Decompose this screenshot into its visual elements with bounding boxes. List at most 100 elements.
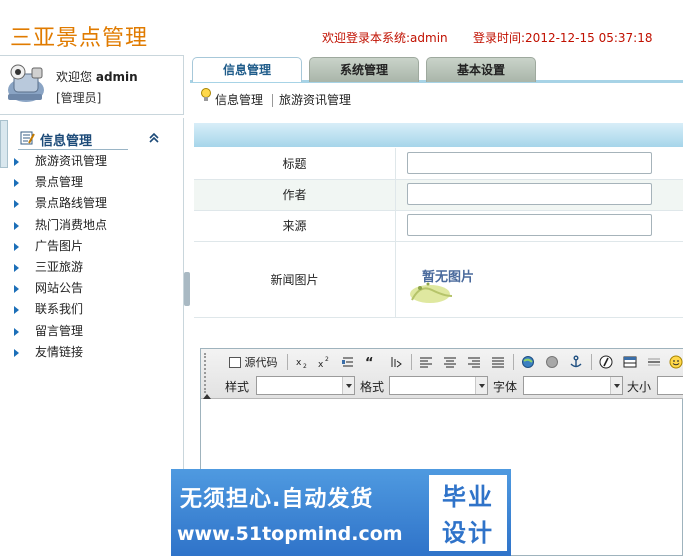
svg-text:2: 2: [303, 363, 307, 369]
toolbar-grip: [204, 353, 209, 393]
align-center-icon: [444, 357, 456, 368]
sidebar-item-sanya-travel[interactable]: 三亚旅游: [0, 257, 184, 278]
title-input[interactable]: [407, 152, 652, 174]
arrow-right-icon: [14, 200, 19, 209]
sidebar-item-label: 广告图片: [35, 238, 84, 253]
arrow-right-icon: [14, 221, 19, 230]
size-select[interactable]: [657, 376, 683, 395]
toolbar-separator: [513, 354, 514, 370]
format-label: 格式: [360, 380, 385, 394]
smiley-button[interactable]: [669, 353, 683, 371]
subscript-icon: x2: [296, 358, 307, 369]
collapse-up-icon[interactable]: [148, 132, 160, 144]
watermark-slogan: 无须担心.自动发货: [180, 487, 374, 512]
align-right-button[interactable]: [465, 353, 483, 371]
promo-watermark: 无须担心.自动发货 www.51topmind.com 毕业 设计: [171, 469, 511, 556]
insert-list-icon: [342, 357, 353, 367]
chevron-down-icon: [475, 377, 487, 394]
arrow-right-icon: [14, 306, 19, 315]
form-row-title: 标题: [194, 148, 683, 180]
anchor-button[interactable]: [567, 353, 585, 371]
sidebar-item-announcements[interactable]: 网站公告: [0, 278, 184, 299]
source-input[interactable]: [407, 214, 652, 236]
sidebar-item-messages[interactable]: 留言管理: [0, 321, 184, 342]
sidebar-item-label: 热门消费地点: [35, 217, 108, 232]
tab-system-management[interactable]: 系统管理: [309, 57, 419, 82]
watermark-badge-top: 毕业: [442, 483, 494, 511]
sidebar-item-attractions[interactable]: 景点管理: [0, 172, 184, 193]
login-time: 登录时间:2012-12-15 05:37:18: [473, 31, 653, 45]
size-label: 大小: [627, 380, 652, 394]
text-direction-icon: [391, 357, 402, 368]
menu-divider: [18, 149, 128, 150]
horizontal-rule-button[interactable]: [645, 353, 663, 371]
user-avatar-icon: [8, 64, 44, 102]
subscript-button[interactable]: x2: [293, 353, 311, 371]
align-left-button[interactable]: [417, 353, 435, 371]
unlink-icon: [546, 356, 558, 368]
menu-list: 旅游资讯管理 景点管理 景点路线管理 热门消费地点 广告图片 三亚旅游 网站公告…: [0, 151, 184, 363]
sidebar-item-hot-spots[interactable]: 热门消费地点: [0, 215, 184, 236]
breadcrumb-info-management[interactable]: 信息管理: [215, 91, 263, 108]
watermark-badge-bottom: 设计: [442, 519, 494, 547]
sidebar-item-label: 旅游资讯管理: [35, 154, 108, 168]
breadcrumb: 信息管理 旅游资讯管理: [190, 84, 683, 114]
author-input[interactable]: [407, 183, 652, 205]
arrow-right-icon: [14, 158, 19, 166]
quote-icon: “: [365, 356, 374, 369]
user-role: [管理员]: [56, 91, 102, 105]
menu-heading-label: 信息管理: [40, 134, 93, 149]
arrow-right-icon: [14, 327, 19, 336]
tab-info-management[interactable]: 信息管理: [192, 57, 302, 82]
tab-bar: 信息管理 系统管理 基本设置: [190, 55, 683, 83]
anchor-icon: [570, 355, 582, 368]
justify-icon: [492, 357, 504, 368]
breadcrumb-travel-news[interactable]: 旅游资讯管理: [279, 91, 351, 108]
sidebar-item-routes[interactable]: 景点路线管理: [0, 193, 184, 214]
username: admin: [95, 70, 138, 84]
table-button[interactable]: [621, 353, 639, 371]
link-button[interactable]: [519, 353, 537, 371]
chevron-down-icon: [342, 377, 354, 394]
align-center-button[interactable]: [441, 353, 459, 371]
greeting-text: 欢迎您: [56, 70, 93, 84]
watermark-badge: 毕业 设计: [429, 475, 507, 551]
chevron-down-icon: [610, 377, 622, 394]
link-globe-icon: [522, 356, 534, 368]
font-label: 字体: [493, 380, 518, 394]
sidebar-item-links[interactable]: 友情链接: [0, 342, 184, 363]
user-greeting: 欢迎您 admin: [56, 68, 138, 85]
source-doc-icon: [228, 356, 241, 368]
toolbar-collapse-icon[interactable]: [203, 394, 211, 399]
toolbar-separator: [287, 354, 288, 370]
sidebar-item-label: 三亚旅游: [35, 259, 84, 274]
form-header-bar: [194, 123, 683, 147]
source-label: 来源: [194, 211, 396, 241]
text-direction-button[interactable]: [387, 353, 405, 371]
flash-button[interactable]: [597, 353, 615, 371]
sidebar-item-travel-news[interactable]: 旅游资讯管理: [0, 151, 184, 172]
author-label: 作者: [194, 180, 396, 210]
font-select[interactable]: [523, 376, 623, 395]
page-header: 三亚景点管理 欢迎登录本系统:admin 登录时间:2012-12-15 05:…: [0, 0, 683, 55]
sidebar-item-contact[interactable]: 联系我们: [0, 299, 184, 320]
no-image-placeholder[interactable]: 暂无图片: [408, 260, 488, 306]
style-select[interactable]: [256, 376, 355, 395]
toolbar-separator: [411, 354, 412, 370]
svg-text:“: “: [365, 356, 374, 369]
format-select[interactable]: [389, 376, 488, 395]
justify-button[interactable]: [489, 353, 507, 371]
insert-list-button[interactable]: [339, 353, 357, 371]
notepad-icon: [20, 131, 35, 145]
svg-text:x: x: [296, 358, 302, 368]
tab-basic-settings[interactable]: 基本设置: [426, 57, 536, 82]
source-button[interactable]: 源代码: [225, 353, 281, 371]
superscript-button[interactable]: x2: [315, 353, 333, 371]
sidebar-item-label: 景点管理: [35, 175, 84, 190]
smiley-icon: [669, 355, 683, 369]
blockquote-button[interactable]: “: [363, 353, 381, 371]
sidebar-item-ads[interactable]: 广告图片: [0, 236, 184, 257]
image-label: 新闻图片: [194, 242, 396, 317]
flash-icon: [599, 355, 613, 369]
unlink-button[interactable]: [543, 353, 561, 371]
